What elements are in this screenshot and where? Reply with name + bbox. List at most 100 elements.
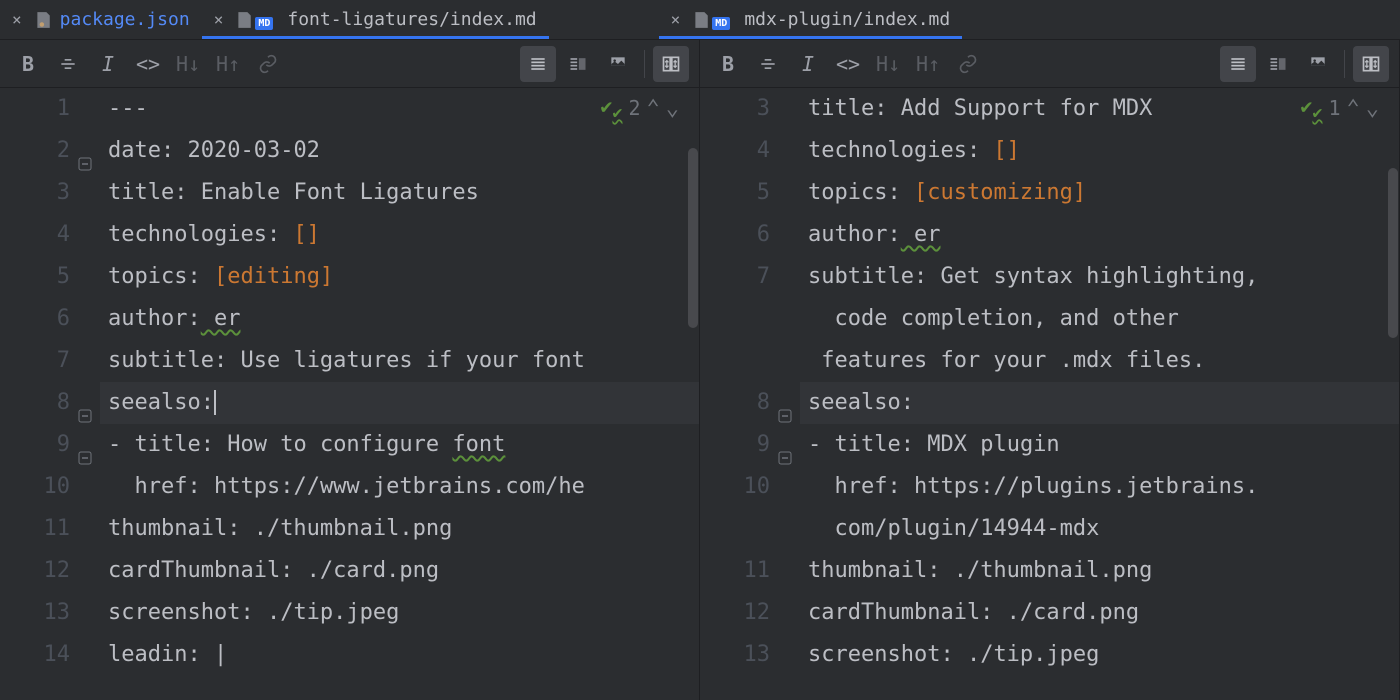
fold-marker-icon[interactable] — [778, 396, 792, 410]
code-line[interactable]: code completion, and other — [800, 298, 1399, 340]
code-area[interactable]: title: Add Support for MDXtechnologies: … — [800, 88, 1399, 700]
next-highlight-button[interactable]: ⌄ — [1366, 96, 1379, 121]
line-number: 14 — [0, 634, 70, 676]
line-number: 3 — [0, 172, 70, 214]
italic-button[interactable]: I — [90, 46, 126, 82]
code-line[interactable]: cardThumbnail: ./card.png — [100, 550, 699, 592]
line-number: 4 — [700, 130, 770, 172]
code-line[interactable]: leadin: | — [100, 634, 699, 676]
link-button[interactable] — [950, 46, 986, 82]
close-icon[interactable]: × — [671, 10, 681, 29]
code-line[interactable]: seealso: — [800, 382, 1399, 424]
code-line[interactable]: technologies: [] — [800, 130, 1399, 172]
header-down-button[interactable]: H↓ — [870, 46, 906, 82]
code-line[interactable]: screenshot: ./tip.jpeg — [800, 634, 1399, 676]
code-line[interactable]: topics: [customizing] — [800, 172, 1399, 214]
scrollbar[interactable] — [687, 88, 699, 700]
code-editor[interactable]: ✔✔ 1 ⌃ ⌄ 345678910111213 title: Add Supp… — [700, 88, 1399, 700]
bold-button[interactable]: B — [10, 46, 46, 82]
line-number: 5 — [700, 172, 770, 214]
code-button[interactable]: <> — [130, 46, 166, 82]
scrollbar-thumb[interactable] — [688, 148, 698, 328]
strikethrough-button[interactable] — [50, 46, 86, 82]
code-line[interactable]: subtitle: Use ligatures if your font — [100, 340, 699, 382]
italic-button[interactable]: I — [790, 46, 826, 82]
prev-highlight-button[interactable]: ⌃ — [1347, 96, 1360, 121]
code-line[interactable]: screenshot: ./tip.jpeg — [100, 592, 699, 634]
tab-font-ligatures[interactable]: × MD font-ligatures/index.md — [202, 0, 549, 39]
inspection-widget[interactable]: ✔✔ 2 ⌃ ⌄ — [600, 94, 679, 122]
tab-mdx-plugin[interactable]: × MD mdx-plugin/index.md — [659, 0, 963, 39]
code-line[interactable]: subtitle: Get syntax highlighting, — [800, 256, 1399, 298]
fold-marker-icon[interactable] — [78, 396, 92, 410]
check-icon: ✔✔ — [600, 94, 622, 122]
md-file-icon — [692, 11, 710, 29]
code-line[interactable]: cardThumbnail: ./card.png — [800, 592, 1399, 634]
line-number: 7 — [700, 256, 770, 298]
line-number: 5 — [0, 256, 70, 298]
code-line[interactable]: href: https://plugins.jetbrains. — [800, 466, 1399, 508]
code-line[interactable]: technologies: [] — [100, 214, 699, 256]
sync-scroll-button[interactable] — [1353, 46, 1389, 82]
line-number: 8 — [700, 382, 770, 424]
line-number: 9 — [700, 424, 770, 466]
fold-marker-icon[interactable] — [778, 438, 792, 452]
md-badge: MD — [712, 17, 730, 30]
code-line[interactable]: - title: How to configure font — [100, 424, 699, 466]
code-line[interactable]: thumbnail: ./thumbnail.png — [100, 508, 699, 550]
preview-view-button[interactable] — [600, 46, 636, 82]
editor-view-button[interactable] — [1220, 46, 1256, 82]
scrollbar[interactable] — [1387, 88, 1399, 700]
md-badge: MD — [255, 17, 273, 30]
code-line[interactable]: title: Enable Font Ligatures — [100, 172, 699, 214]
line-gutter: 1234567891011121314 — [0, 88, 100, 700]
tab-package-json[interactable]: × package.json — [0, 0, 202, 39]
line-gutter: 345678910111213 — [700, 88, 800, 700]
tab-label: mdx-plugin/index.md — [744, 9, 950, 30]
fold-marker-icon[interactable] — [78, 438, 92, 452]
header-down-button[interactable]: H↓ — [170, 46, 206, 82]
code-line[interactable]: features for your .mdx files. — [800, 340, 1399, 382]
code-line[interactable]: seealso: — [100, 382, 699, 424]
code-line[interactable]: - title: MDX plugin — [800, 424, 1399, 466]
line-number: 10 — [700, 466, 770, 508]
tab-label: font-ligatures/index.md — [287, 9, 536, 30]
fold-marker-icon[interactable] — [78, 144, 92, 158]
split-view-button[interactable] — [560, 46, 596, 82]
next-highlight-button[interactable]: ⌄ — [666, 96, 679, 121]
inspection-count: 1 — [1328, 96, 1340, 120]
code-line[interactable]: thumbnail: ./thumbnail.png — [800, 550, 1399, 592]
code-line[interactable]: date: 2020-03-02 — [100, 130, 699, 172]
code-button[interactable]: <> — [830, 46, 866, 82]
link-button[interactable] — [250, 46, 286, 82]
line-number: 2 — [0, 130, 70, 172]
line-number — [700, 508, 770, 550]
close-icon[interactable]: × — [12, 10, 22, 29]
code-line[interactable]: author: er — [800, 214, 1399, 256]
code-line[interactable]: com/plugin/14944-mdx — [800, 508, 1399, 550]
strikethrough-button[interactable] — [750, 46, 786, 82]
markdown-toolbar: B I <> H↓ H↑ — [0, 40, 699, 88]
code-line[interactable]: topics: [editing] — [100, 256, 699, 298]
inspection-widget[interactable]: ✔✔ 1 ⌃ ⌄ — [1300, 94, 1379, 122]
code-line[interactable]: href: https://www.jetbrains.com/he — [100, 466, 699, 508]
line-number: 13 — [0, 592, 70, 634]
code-editor[interactable]: ✔✔ 2 ⌃ ⌄ 1234567891011121314 ---date: 20… — [0, 88, 699, 700]
sync-scroll-button[interactable] — [653, 46, 689, 82]
bold-button[interactable]: B — [710, 46, 746, 82]
preview-view-button[interactable] — [1300, 46, 1336, 82]
header-up-button[interactable]: H↑ — [210, 46, 246, 82]
line-number: 11 — [0, 508, 70, 550]
split-view-button[interactable] — [1260, 46, 1296, 82]
line-number: 6 — [0, 298, 70, 340]
editor-view-button[interactable] — [520, 46, 556, 82]
header-up-button[interactable]: H↑ — [910, 46, 946, 82]
code-area[interactable]: ---date: 2020-03-02title: Enable Font Li… — [100, 88, 699, 700]
close-icon[interactable]: × — [214, 10, 224, 29]
split-editor: B I <> H↓ H↑ ✔✔ 2 ⌃ ⌄ 123456789101112131… — [0, 40, 1400, 700]
scrollbar-thumb[interactable] — [1388, 168, 1398, 338]
tab-label: package.json — [60, 9, 190, 30]
prev-highlight-button[interactable]: ⌃ — [647, 96, 660, 121]
editor-tabs: × package.json × MD font-ligatures/index… — [0, 0, 1400, 40]
code-line[interactable]: author: er — [100, 298, 699, 340]
